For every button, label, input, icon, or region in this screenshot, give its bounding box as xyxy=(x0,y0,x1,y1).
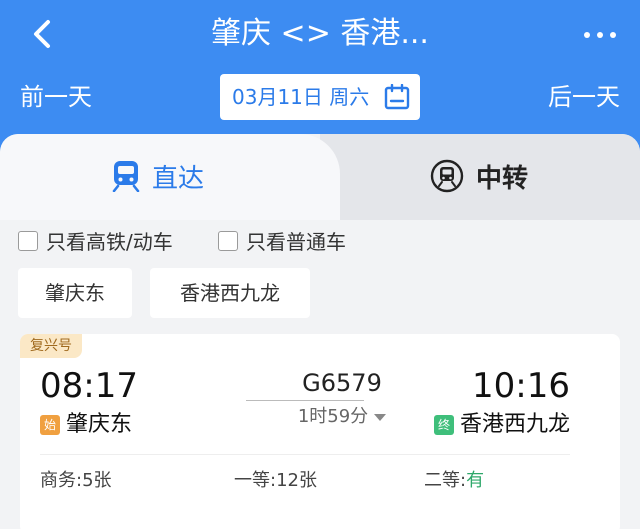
calendar-icon xyxy=(384,84,410,110)
filter-normal-checkbox[interactable]: 只看普通车 xyxy=(218,226,346,255)
date-picker[interactable]: 03月11日 周六 xyxy=(220,74,420,120)
page-title: 肇庆 <> 香港... xyxy=(211,16,429,51)
train-number: G6579 xyxy=(302,369,382,397)
checkbox-box[interactable] xyxy=(18,230,38,251)
tab-direct-label: 直达 xyxy=(152,163,205,194)
date-text: 03月11日 周六 xyxy=(232,85,370,109)
start-tag: 始 xyxy=(40,415,60,435)
seat-business: 商务:5张 xyxy=(40,466,112,496)
tab-direct[interactable]: 直达 xyxy=(112,152,204,200)
filter-row: 只看高铁/动车 只看普通车 xyxy=(0,220,640,270)
train-icon xyxy=(112,161,140,192)
seat-business-value: 5张 xyxy=(82,470,112,491)
arrive-time: 10:16 xyxy=(472,366,570,406)
filter-normal-label: 只看普通车 xyxy=(246,230,346,254)
train-card[interactable]: 复兴号 08:17 G6579 1时59分 10:16 始 肇庆东 终 香港西九… xyxy=(20,334,620,529)
depart-station-name: 肇庆东 xyxy=(66,412,133,437)
depart-station: 始 肇庆东 xyxy=(40,408,132,442)
prev-day-button[interactable]: 前一天 xyxy=(20,80,92,114)
seat-first-label: 一等: xyxy=(234,470,277,491)
next-day-button[interactable]: 后一天 xyxy=(548,80,620,114)
arrive-station: 终 香港西九龙 xyxy=(433,408,570,442)
duration-text: 1时59分 xyxy=(297,406,369,427)
filter-highspeed-label: 只看高铁/动车 xyxy=(46,230,173,254)
train-divider-line xyxy=(246,400,364,401)
seat-second-value: 有 xyxy=(466,470,485,491)
station-chip-depart[interactable]: 肇庆东 xyxy=(18,268,132,318)
chevron-down-icon xyxy=(374,413,387,421)
transfer-train-icon xyxy=(430,159,464,193)
train-type-badge: 复兴号 xyxy=(20,334,82,358)
card-divider xyxy=(40,454,570,455)
end-tag: 终 xyxy=(433,415,454,435)
seat-first: 一等:12张 xyxy=(234,466,317,496)
station-chip-arrive[interactable]: 香港西九龙 xyxy=(150,268,310,318)
duration[interactable]: 1时59分 xyxy=(242,404,442,430)
more-options-icon[interactable] xyxy=(580,14,620,54)
arrive-station-name: 香港西九龙 xyxy=(459,412,570,437)
seat-second: 二等:有 xyxy=(424,466,484,496)
depart-time: 08:17 xyxy=(40,366,138,406)
tab-transfer-label: 中转 xyxy=(476,163,529,194)
seat-second-label: 二等: xyxy=(424,470,467,491)
tab-transfer[interactable]: 中转 xyxy=(430,152,528,200)
checkbox-box[interactable] xyxy=(218,230,238,251)
results-panel: 直达 中转 只看高铁/动车 只看普通车 肇庆东 香港西九龙 复兴号 08:17 … xyxy=(0,134,640,529)
filter-highspeed-checkbox[interactable]: 只看高铁/动车 xyxy=(18,226,173,255)
seat-business-label: 商务: xyxy=(40,470,83,491)
seat-first-value: 12张 xyxy=(276,470,317,491)
